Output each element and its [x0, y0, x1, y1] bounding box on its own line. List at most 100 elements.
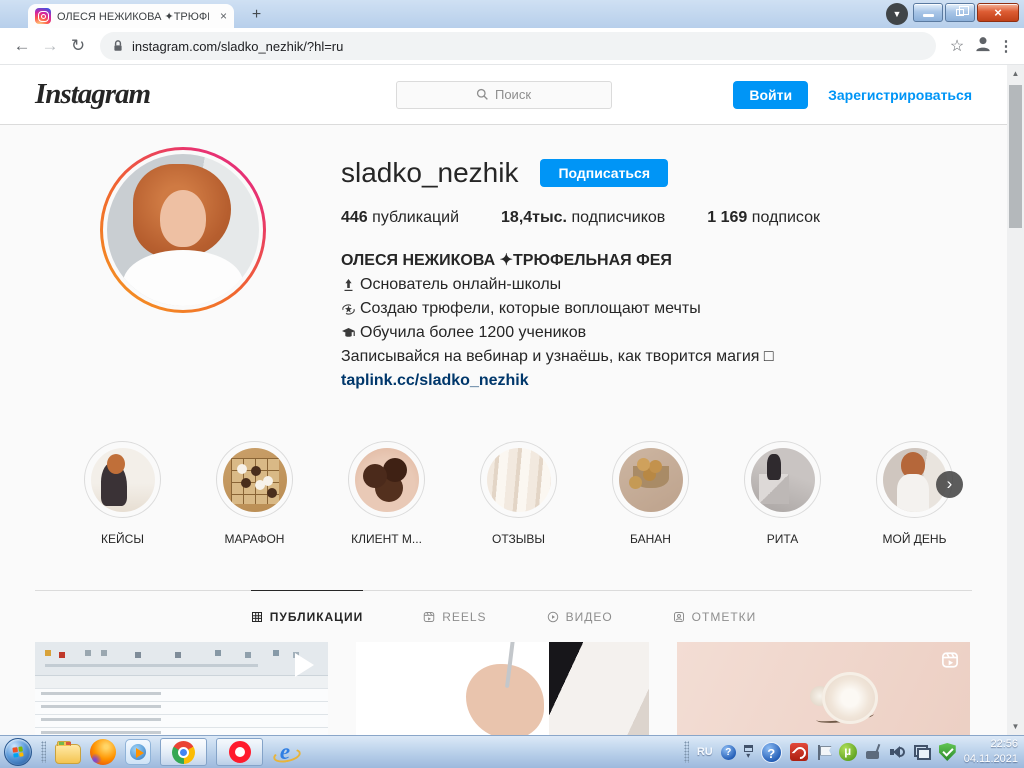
following-count[interactable]: 1 169 подписок — [707, 209, 820, 227]
follow-button[interactable]: Подписаться — [540, 159, 668, 187]
padlock-icon — [112, 39, 124, 53]
tray-expand-icon[interactable]: ▾ — [746, 752, 750, 759]
search-placeholder: Поиск — [495, 87, 531, 102]
reload-icon[interactable]: ↻ — [64, 36, 92, 56]
instagram-logo[interactable]: Instagram — [35, 78, 150, 111]
login-button[interactable]: Войти — [733, 81, 808, 109]
firefox-icon[interactable] — [90, 739, 116, 765]
media-player-icon[interactable] — [125, 739, 151, 765]
highlight-photo — [91, 448, 155, 512]
profile-info: sladko_nezhik Подписаться 446 публикаций… — [341, 147, 820, 393]
bookmark-star-icon[interactable]: ☆ — [944, 36, 970, 56]
restore-button[interactable] — [945, 3, 975, 22]
followers-count[interactable]: 18,4тыс. подписчиков — [501, 209, 665, 227]
tab-tagged[interactable]: ОТМЕТКИ — [673, 590, 757, 642]
highlight-klient[interactable]: КЛИЕНТ М... — [348, 441, 425, 546]
desktop-screen: ОЛЕСЯ НЕЖИКОВА ✦ТРЮФЕЛЬ × + ▼ × ← → ↻ in… — [0, 0, 1024, 768]
chrome-task-button[interactable] — [160, 738, 207, 766]
search-icon — [476, 88, 489, 101]
tray-grip — [684, 741, 689, 763]
instagram-favicon — [35, 8, 51, 24]
language-indicator[interactable]: RU — [697, 746, 713, 758]
opera-task-button[interactable] — [216, 738, 263, 766]
tab-title: ОЛЕСЯ НЕЖИКОВА ✦ТРЮФЕЛЬ — [57, 10, 209, 23]
avatar-shirt — [123, 250, 243, 306]
security-shield-icon[interactable] — [939, 743, 956, 761]
browser-tab[interactable]: ОЛЕСЯ НЕЖИКОВА ✦ТРЮФЕЛЬ × — [28, 4, 234, 28]
internet-explorer-icon[interactable]: e — [272, 739, 298, 765]
new-tab-button[interactable]: + — [246, 5, 267, 26]
tab-reels[interactable]: REELS — [423, 590, 486, 642]
scrollbar-thumb[interactable] — [1009, 85, 1022, 228]
tab-close-icon[interactable]: × — [220, 10, 227, 22]
posts-grid — [35, 642, 972, 735]
avatar-face — [160, 190, 206, 247]
profile-avatar[interactable] — [107, 154, 259, 306]
highlight-banan[interactable]: БАНАН — [612, 441, 689, 546]
content-tabs: ПУБЛИКАЦИИ REELS ВИДЕО ОТМЕТКИ — [35, 590, 972, 642]
highlight-rita[interactable]: РИТА — [744, 441, 821, 546]
video-play-icon — [295, 653, 314, 677]
reels-badge-icon — [941, 651, 959, 674]
highlight-photo — [751, 448, 815, 512]
help-bubble-icon[interactable]: ? — [761, 742, 782, 763]
browser-toolbar: ← → ↻ instagram.com/sladko_nezhik/?hl=ru… — [0, 28, 1024, 65]
instagram-header: Instagram Поиск Войти Зарегистрироваться — [0, 65, 1007, 125]
minimize-button[interactable] — [913, 3, 943, 22]
register-link[interactable]: Зарегистрироваться — [828, 87, 972, 103]
highlight-label: РИТА — [767, 532, 799, 546]
quick-launch-grip — [41, 741, 46, 763]
highlight-label: МОЙ ДЕНЬ — [883, 532, 947, 546]
post-photo-spoon[interactable] — [356, 642, 649, 735]
highlights-next-button[interactable]: › — [936, 471, 963, 498]
browser-tabstrip: ОЛЕСЯ НЕЖИКОВА ✦ТРЮФЕЛЬ × + ▼ × — [0, 0, 1024, 28]
url-bar[interactable]: instagram.com/sladko_nezhik/?hl=ru — [100, 32, 936, 60]
bio-line-text: Основатель онлайн-школы — [360, 273, 561, 297]
search-input[interactable]: Поиск — [396, 81, 612, 109]
window-controls: × — [913, 3, 1019, 22]
flag-tray-icon[interactable] — [816, 744, 831, 761]
opera-icon — [229, 741, 251, 763]
minimize-icon — [923, 14, 934, 17]
browser-profile-icon[interactable] — [970, 34, 996, 59]
bio-line-text: Создаю трюфели, которые воплощают мечты — [360, 297, 701, 321]
highlight-keysy[interactable]: КЕЙСЫ — [84, 441, 161, 546]
acrobat-tray-icon[interactable] — [790, 743, 808, 761]
back-icon[interactable]: ← — [8, 36, 36, 56]
close-button[interactable]: × — [977, 3, 1019, 22]
highlight-photo — [223, 448, 287, 512]
page-scrollbar[interactable]: ▲ ▼ — [1007, 65, 1024, 735]
bio-link[interactable]: taplink.cc/sladko_nezhik — [341, 369, 820, 393]
network-tray-icon[interactable] — [914, 745, 931, 760]
tab-video[interactable]: ВИДЕО — [547, 590, 613, 642]
scroll-up-icon[interactable]: ▲ — [1007, 69, 1024, 78]
graduation-cap-icon — [341, 326, 357, 341]
highlight-otzyvy[interactable]: ОТЗЫВЫ — [480, 441, 557, 546]
utorrent-tray-icon[interactable]: µ — [839, 743, 857, 761]
highlight-label: БАНАН — [630, 532, 671, 546]
story-highlights: КЕЙСЫ МАРАФОН КЛИЕНТ М... ОТЗЫВЫ БАНАН Р… — [0, 393, 1007, 546]
tab-search-button[interactable]: ▼ — [886, 3, 908, 25]
chrome-icon — [172, 741, 195, 764]
help-tray-icon[interactable]: ? — [721, 745, 736, 760]
explorer-icon[interactable] — [55, 744, 81, 764]
scroll-down-icon[interactable]: ▼ — [1007, 722, 1024, 731]
forward-icon[interactable]: → — [36, 36, 64, 56]
restore-icon — [956, 9, 964, 16]
profile-section: sladko_nezhik Подписаться 446 публикаций… — [0, 125, 1007, 393]
post-video-excel[interactable] — [35, 642, 328, 735]
modem-tray-icon[interactable] — [865, 744, 881, 760]
highlight-photo — [619, 448, 683, 512]
start-button[interactable] — [4, 738, 32, 766]
tab-publications[interactable]: ПУБЛИКАЦИИ — [251, 590, 363, 642]
post-reels-rose[interactable] — [677, 642, 970, 735]
bio-line-text: Обучила более 1200 учеников — [360, 321, 586, 345]
play-circle-icon — [547, 611, 559, 623]
taskbar-clock[interactable]: 22:56 04.11.2021 — [964, 737, 1018, 767]
clock-time: 22:56 — [964, 737, 1018, 752]
story-ring[interactable] — [100, 147, 266, 313]
volume-tray-icon[interactable] — [889, 744, 906, 760]
highlight-marafon[interactable]: МАРАФОН — [216, 441, 293, 546]
highlight-label: КЕЙСЫ — [101, 532, 144, 546]
browser-menu-icon[interactable]: ⋮ — [996, 37, 1016, 55]
